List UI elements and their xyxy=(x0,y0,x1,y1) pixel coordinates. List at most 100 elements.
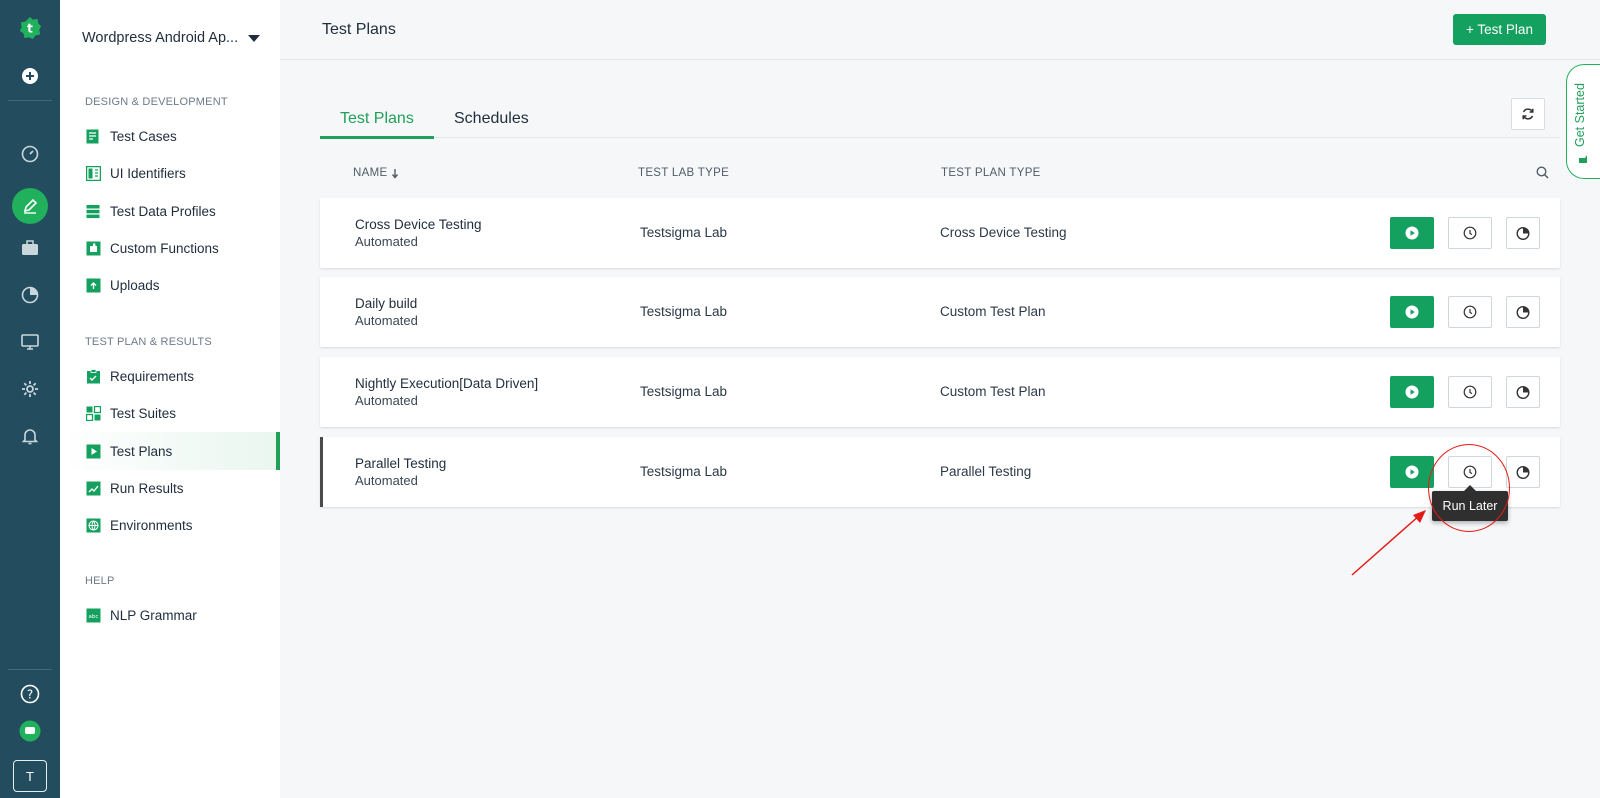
upload-icon xyxy=(85,277,101,293)
search-icon[interactable] xyxy=(1536,166,1549,184)
play-icon xyxy=(85,443,101,459)
plan-lab-type: Testsigma Lab xyxy=(640,464,728,479)
run-now-button[interactable] xyxy=(1390,217,1434,249)
run-later-button[interactable] xyxy=(1448,296,1492,328)
table-row[interactable]: Daily build Automated Testsigma Lab Cust… xyxy=(320,277,1560,347)
add-circle-icon[interactable] xyxy=(18,64,42,88)
annotation-arrow-icon xyxy=(1351,510,1426,576)
column-header-plan-type: TEST PLAN TYPE xyxy=(941,167,1041,179)
reports-button[interactable] xyxy=(1506,296,1540,328)
plan-lab-type: Testsigma Lab xyxy=(640,225,728,240)
plan-lab-type: Testsigma Lab xyxy=(640,384,728,399)
run-later-button[interactable] xyxy=(1448,376,1492,408)
sidebar-item-nlp-grammar[interactable]: abc NLP Grammar xyxy=(60,596,280,634)
sidebar-item-label: Run Results xyxy=(110,480,184,496)
test-suites-icon xyxy=(85,405,101,421)
plan-name[interactable]: Nightly Execution[Data Driven] xyxy=(355,376,538,391)
hand-pointer-icon xyxy=(1579,155,1587,163)
plan-type: Custom Test Plan xyxy=(940,304,1046,319)
plan-name[interactable]: Parallel Testing xyxy=(355,456,446,471)
plan-mode: Automated xyxy=(355,473,418,488)
sidebar-item-environments[interactable]: Environments xyxy=(60,506,280,544)
rail-divider xyxy=(8,100,52,101)
run-later-button[interactable] xyxy=(1448,217,1492,249)
clock-icon xyxy=(1463,305,1477,319)
plan-lab-type: Testsigma Lab xyxy=(640,304,728,319)
tabs-bar: Test Plans Schedules xyxy=(320,96,1560,139)
abc-icon: abc xyxy=(85,607,101,623)
sidebar-item-custom-functions[interactable]: Custom Functions xyxy=(60,229,280,267)
play-circle-icon xyxy=(1405,305,1419,319)
run-now-button[interactable] xyxy=(1390,296,1434,328)
sidebar-item-label: Test Cases xyxy=(110,128,177,144)
tab-test-plans[interactable]: Test Plans xyxy=(320,110,434,139)
dashboard-icon[interactable] xyxy=(18,142,42,166)
plan-type: Custom Test Plan xyxy=(940,384,1046,399)
run-now-button[interactable] xyxy=(1390,376,1434,408)
globe-icon xyxy=(85,517,101,533)
sidebar-item-label: UI Identifiers xyxy=(110,165,186,181)
settings-gear-icon[interactable] xyxy=(18,377,42,401)
page-header: Test Plans xyxy=(280,0,1600,60)
pie-report-icon xyxy=(1516,466,1530,479)
plan-mode: Automated xyxy=(355,393,418,408)
table-row[interactable]: Parallel Testing Automated Testsigma Lab… xyxy=(320,437,1560,507)
testsigma-logo-icon[interactable]: t xyxy=(18,16,42,40)
annotation-circle xyxy=(1428,444,1510,532)
svg-text:abc: abc xyxy=(88,614,98,620)
refresh-button[interactable] xyxy=(1511,98,1545,130)
section-title-design: DESIGN & DEVELOPMENT xyxy=(85,96,228,108)
get-started-tab[interactable]: Get Started xyxy=(1566,64,1600,179)
project-selector[interactable]: Wordpress Android Ap... xyxy=(82,30,261,46)
play-circle-icon xyxy=(1405,465,1419,479)
chevron-down-icon xyxy=(248,34,261,42)
ui-identifiers-icon xyxy=(85,165,101,181)
plan-type: Cross Device Testing xyxy=(940,225,1067,240)
add-test-plan-button[interactable]: + Test Plan xyxy=(1453,14,1546,45)
user-avatar[interactable]: T xyxy=(13,760,47,792)
puzzle-icon xyxy=(85,240,101,256)
table-row[interactable]: Nightly Execution[Data Driven] Automated… xyxy=(320,357,1560,427)
help-icon[interactable]: ? xyxy=(18,682,42,706)
plan-mode: Automated xyxy=(355,313,418,328)
clock-icon xyxy=(1463,226,1477,240)
sidebar-item-label: Test Suites xyxy=(110,405,177,421)
chat-icon[interactable] xyxy=(18,719,42,743)
test-data-icon xyxy=(85,203,101,219)
bell-icon[interactable] xyxy=(18,424,42,448)
pie-report-icon xyxy=(1516,306,1530,319)
table-row[interactable]: Cross Device Testing Automated Testsigma… xyxy=(320,198,1560,268)
reports-button[interactable] xyxy=(1506,217,1540,249)
project-name: Wordpress Android Ap... xyxy=(82,30,239,46)
tab-schedules[interactable]: Schedules xyxy=(454,110,529,128)
section-title-help: HELP xyxy=(85,575,115,587)
column-header-name[interactable]: NAME xyxy=(353,167,399,179)
logo-letter: t xyxy=(27,22,33,36)
play-circle-icon xyxy=(1405,385,1419,399)
pie-report-icon xyxy=(1516,227,1530,240)
briefcase-icon[interactable] xyxy=(18,236,42,260)
rail-divider-bottom xyxy=(8,669,52,670)
sidebar-item-label: Uploads xyxy=(110,277,160,293)
sidebar-item-requirements[interactable]: Requirements xyxy=(60,357,280,395)
get-started-label: Get Started xyxy=(1573,83,1587,147)
sidebar-item-ui-identifiers[interactable]: UI Identifiers xyxy=(60,154,280,192)
sidebar-item-test-plans[interactable]: Test Plans xyxy=(60,432,280,470)
plan-mode: Automated xyxy=(355,234,418,249)
sidebar-item-uploads[interactable]: Uploads xyxy=(60,266,280,304)
plan-name[interactable]: Daily build xyxy=(355,296,417,311)
sidebar-item-label: NLP Grammar xyxy=(110,607,197,623)
sidebar-item-test-cases[interactable]: Test Cases xyxy=(60,117,280,155)
sidebar-item-test-suites[interactable]: Test Suites xyxy=(60,394,280,432)
sidebar-item-run-results[interactable]: Run Results xyxy=(60,469,280,507)
sidebar-item-test-data-profiles[interactable]: Test Data Profiles xyxy=(60,192,280,230)
clipboard-icon xyxy=(85,368,101,384)
pie-chart-icon[interactable] xyxy=(18,283,42,307)
plan-name[interactable]: Cross Device Testing xyxy=(355,217,482,232)
monitor-icon[interactable] xyxy=(18,330,42,354)
pie-report-icon xyxy=(1516,386,1530,399)
design-pencil-icon[interactable] xyxy=(12,188,48,224)
reports-button[interactable] xyxy=(1506,376,1540,408)
reports-button[interactable] xyxy=(1506,456,1540,488)
sidebar-item-label: Test Plans xyxy=(110,443,173,459)
